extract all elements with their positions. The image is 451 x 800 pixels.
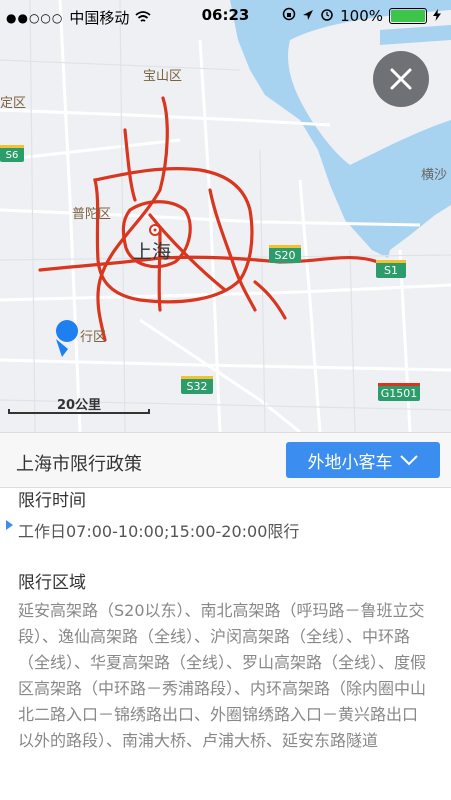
restriction-details[interactable]: 限行时间 工作日07:00-10:00;15:00-20:00限行 限行区域 延… xyxy=(0,488,451,800)
svg-text:S6: S6 xyxy=(6,150,19,161)
highway-badge-g1501: G1501 xyxy=(378,383,420,401)
highway-badge-s32: S32 xyxy=(181,376,213,394)
highway-badge-s1: S1 xyxy=(376,260,406,278)
status-right: 100% xyxy=(282,7,441,25)
map-label-hengsha: 横沙 xyxy=(421,168,447,183)
map-label-shanghai: 上海 xyxy=(133,241,171,263)
highway-badge-s20: S20 xyxy=(269,245,301,263)
time-value: 工作日07:00-10:00;15:00-20:00限行 xyxy=(18,522,300,541)
vehicle-type-label: 外地小客车 xyxy=(307,452,393,473)
map-scale: 20公里 xyxy=(8,394,150,416)
policy-header: 上海市限行政策 外地小客车 xyxy=(0,432,451,488)
highway-badge-s6: S6 xyxy=(0,145,24,162)
status-bar: ●●○○○ 中国移动 06:23 100% xyxy=(0,0,451,32)
svg-text:S32: S32 xyxy=(187,380,208,393)
scale-bar xyxy=(8,409,150,414)
indicator-marker xyxy=(6,520,13,530)
time-heading: 限行时间 xyxy=(18,491,86,511)
svg-text:S1: S1 xyxy=(384,264,398,277)
location-pin-icon xyxy=(54,319,80,361)
battery-percent: 100% xyxy=(340,7,383,25)
close-icon xyxy=(390,68,412,90)
map-label-baoshan: 宝山区 xyxy=(143,69,182,84)
area-heading: 限行区域 xyxy=(18,573,86,593)
battery-icon xyxy=(389,8,427,24)
policy-title: 上海市限行政策 xyxy=(16,454,142,475)
vehicle-type-dropdown[interactable]: 外地小客车 xyxy=(286,442,440,478)
location-arrow-icon xyxy=(302,7,314,25)
map-label-jiading: 定区 xyxy=(0,96,26,111)
alarm-icon xyxy=(320,7,334,25)
charging-icon xyxy=(433,7,441,25)
map-label-minhang: 行区 xyxy=(80,330,106,345)
svg-text:G1501: G1501 xyxy=(381,387,418,400)
svg-text:S20: S20 xyxy=(275,249,296,262)
close-button[interactable] xyxy=(373,51,429,107)
map-view[interactable]: 宝山区 定区 普陀区 上海 行区 横沙 S6 S20 S1 S32 G1501 … xyxy=(0,0,451,432)
map-label-putuo: 普陀区 xyxy=(72,206,111,222)
area-value: 延安高架路（S20以东）、南北高架路（呼玛路－鲁班立交段）、逸仙高架路（全线）、… xyxy=(18,601,427,750)
chevron-down-icon xyxy=(399,455,418,466)
rotation-lock-icon xyxy=(282,7,296,25)
